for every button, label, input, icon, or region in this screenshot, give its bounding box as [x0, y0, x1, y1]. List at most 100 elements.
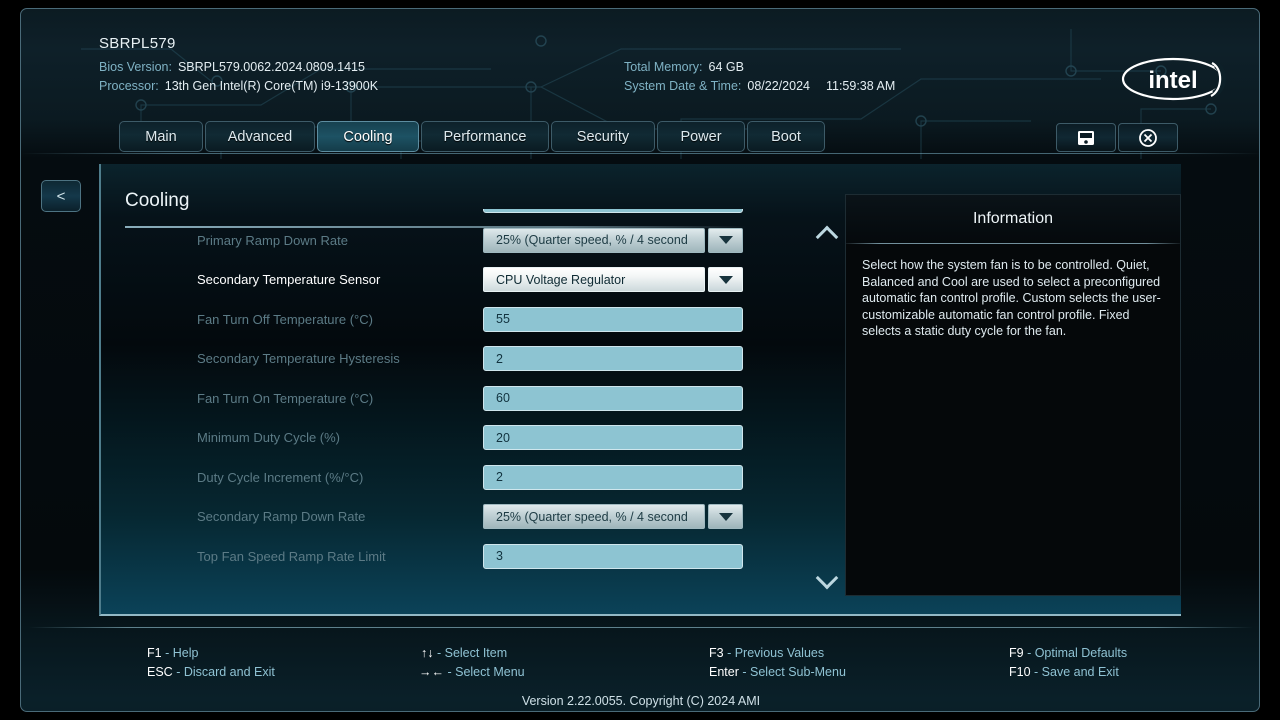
bios-frame: SBRPL579 Bios Version:SBRPL579.0062.2024… [20, 8, 1260, 712]
setting-label: Minimum Duty Cycle (%) [197, 430, 340, 445]
setting-dropdown[interactable]: CPU Voltage Regulator [483, 267, 743, 292]
footer-hint-key: F10 [1009, 665, 1031, 679]
tab-advanced[interactable]: Advanced [205, 121, 315, 152]
setting-row[interactable]: Fan Turn On Temperature (°C) 60 [101, 379, 801, 419]
setting-label: Top Fan Speed Ramp Rate Limit [197, 549, 386, 564]
settings-list-viewport: 2 Primary Ramp Down Rate 25% (Quarter spee… [101, 209, 801, 616]
setting-row[interactable]: Secondary Temperature Hysteresis2 [101, 339, 801, 379]
setting-label: Fan Turn On Temperature (°C) [197, 391, 373, 406]
bios-version-line: Bios Version:SBRPL579.0062.2024.0809.141… [99, 58, 365, 76]
scroll-down-button[interactable] [806, 567, 848, 593]
footer-hint: F10 - Save and Exit [1009, 665, 1119, 679]
processor-value: 13th Gen Intel(R) Core(TM) i9-13900K [165, 79, 378, 93]
total-memory-value: 64 GB [709, 60, 744, 74]
tab-cooling[interactable]: Cooling [317, 121, 419, 152]
setting-row[interactable]: Top Fan Speed Ramp Rate Limit 3 [101, 537, 801, 577]
bios-setup-screen: SBRPL579 Bios Version:SBRPL579.0062.2024… [0, 0, 1280, 720]
setting-label: Primary Ramp Down Rate [197, 233, 348, 248]
tab-label: Boot [771, 129, 801, 145]
footer-hint: ↑↓ - Select Item [421, 646, 507, 660]
dropdown-arrow-button[interactable] [708, 228, 743, 253]
footer-hint-desc: - Discard and Exit [176, 665, 275, 679]
tab-power[interactable]: Power [657, 121, 745, 152]
setting-value-input[interactable]: 2 [483, 465, 743, 490]
chevron-down-icon [719, 513, 733, 521]
setting-row[interactable]: Minimum Duty Cycle (%) 20 [101, 418, 801, 458]
footer-hint-key: Enter [709, 665, 739, 679]
setting-value: 2 [496, 470, 503, 484]
intel-logo-text: intel [1148, 67, 1197, 94]
total-memory-line: Total Memory: 64 GB [624, 58, 744, 76]
footer-hint: →← - Select Menu [419, 665, 525, 679]
tab-label: Main [145, 129, 176, 145]
setting-value-input[interactable]: 2 [483, 346, 743, 371]
floppy-disk-icon [1075, 127, 1097, 149]
tab-performance[interactable]: Performance [421, 121, 549, 152]
footer-hint-desc: - Select Item [437, 646, 507, 660]
footer-hint: ESC - Discard and Exit [147, 665, 275, 679]
setting-dropdown-value[interactable]: 25% (Quarter speed, % / 4 second [483, 504, 705, 529]
information-panel: Information Select how the system fan is… [845, 194, 1181, 596]
footer-hint-key: F9 [1009, 646, 1024, 660]
chevron-down-icon [719, 236, 733, 244]
processor-line: Processor: 13th Gen Intel(R) Core(TM) i9-… [99, 77, 378, 95]
footer-hint-desc: - Save and Exit [1034, 665, 1119, 679]
footer-hint: Enter - Select Sub-Menu [709, 665, 846, 679]
footer-hint-desc: - Previous Values [727, 646, 824, 660]
setting-value: 55 [496, 312, 510, 326]
tab-label: Advanced [228, 129, 293, 145]
chevron-down-icon [816, 566, 839, 589]
system-datetime-line: System Date & Time:08/22/202411:59:38 AM [624, 77, 895, 95]
setting-value: 20 [496, 431, 510, 445]
setting-value: 25% (Quarter speed, % / 4 second [496, 510, 688, 524]
dropdown-arrow-button[interactable] [708, 504, 743, 529]
tab-label: Security [577, 129, 629, 145]
total-memory-label: Total Memory: [624, 60, 703, 74]
tab-main[interactable]: Main [119, 121, 203, 152]
tab-bar-underline [21, 153, 1260, 154]
dropdown-arrow-button[interactable] [708, 267, 743, 292]
setting-value-input[interactable]: 2 [483, 209, 743, 213]
footer-hint-key: F1 [147, 646, 162, 660]
system-date-value: 08/22/2024 [747, 79, 810, 93]
footer-hint-key: ↑↓ [421, 646, 434, 660]
setting-value: 2 [496, 352, 503, 366]
footer-hint-desc: - Optimal Defaults [1027, 646, 1127, 660]
footer-hint: F3 - Previous Values [709, 646, 824, 660]
setting-value-input[interactable]: 20 [483, 425, 743, 450]
save-button[interactable] [1056, 123, 1116, 152]
setting-row[interactable]: 2 [101, 209, 801, 221]
setting-value-input[interactable]: 60 [483, 386, 743, 411]
setting-label: Secondary Ramp Down Rate [197, 509, 365, 524]
scroll-up-button[interactable] [806, 221, 848, 247]
information-panel-title: Information [846, 195, 1180, 243]
setting-value-input[interactable]: 3 [483, 544, 743, 569]
setting-dropdown[interactable]: 25% (Quarter speed, % / 4 second [483, 504, 743, 529]
chevron-down-icon [719, 276, 733, 284]
exit-button[interactable] [1118, 123, 1178, 152]
header: SBRPL579 Bios Version:SBRPL579.0062.2024… [21, 9, 1260, 115]
intel-logo: intel [1113, 53, 1233, 105]
footer-hint-key: →← [419, 665, 444, 679]
setting-dropdown-value[interactable]: CPU Voltage Regulator [483, 267, 705, 292]
setting-row[interactable]: Secondary Ramp Down Rate 25% (Quarter spe… [101, 497, 801, 537]
information-panel-body: Select how the system fan is to be contr… [846, 244, 1180, 340]
setting-dropdown[interactable]: 25% (Quarter speed, % / 4 second [483, 228, 743, 253]
bios-version-value: SBRPL579.0062.2024.0809.1415 [178, 60, 365, 74]
tab-security[interactable]: Security [551, 121, 655, 152]
processor-label: Processor: [99, 79, 159, 93]
setting-row[interactable]: Fan Turn Off Temperature (°C)55 [101, 300, 801, 340]
tab-label: Power [680, 129, 721, 145]
setting-row[interactable]: Secondary Temperature SensorCPU Voltage … [101, 260, 801, 300]
setting-value: 60 [496, 391, 510, 405]
settings-list: 2 Primary Ramp Down Rate 25% (Quarter spee… [101, 209, 801, 576]
setting-row[interactable]: Duty Cycle Increment (%/°C)2 [101, 458, 801, 498]
setting-dropdown-value[interactable]: 25% (Quarter speed, % / 4 second [483, 228, 705, 253]
footer-hint-desc: - Select Sub-Menu [742, 665, 846, 679]
setting-value-input[interactable]: 55 [483, 307, 743, 332]
tab-boot[interactable]: Boot [747, 121, 825, 152]
back-button-label: < [57, 188, 66, 205]
back-button[interactable]: < [41, 180, 81, 212]
setting-row[interactable]: Primary Ramp Down Rate 25% (Quarter speed… [101, 221, 801, 261]
content-panel: Cooling 2Primary Ramp Down Rate25% (Quar… [99, 164, 1181, 616]
